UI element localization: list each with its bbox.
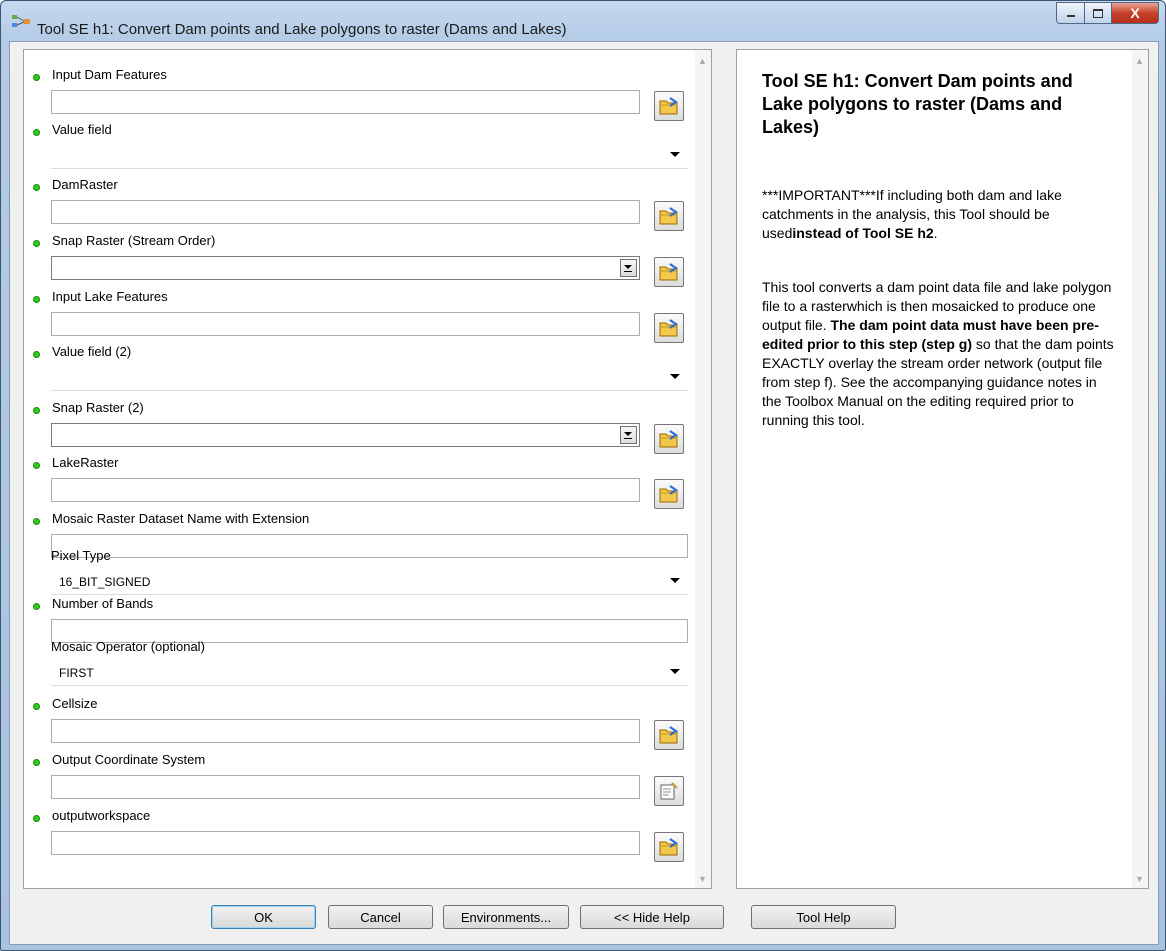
chevron-down-icon bbox=[670, 374, 680, 379]
chevron-down-icon bbox=[670, 578, 680, 583]
help-paragraph-important: ***IMPORTANT***If including both dam and… bbox=[762, 186, 1117, 243]
caption-buttons: X bbox=[1056, 2, 1159, 24]
param-dropdown[interactable]: 16_BIT_SIGNED bbox=[51, 571, 688, 595]
required-indicator-icon bbox=[33, 759, 40, 766]
param-label: Value field (2) bbox=[52, 344, 132, 359]
required-indicator-icon bbox=[33, 240, 40, 247]
param-input[interactable] bbox=[51, 534, 688, 558]
param-label: Number of Bands bbox=[52, 596, 154, 611]
param-combobox[interactable] bbox=[51, 256, 640, 280]
param-input[interactable] bbox=[51, 90, 640, 114]
dialog-client-area: Input Dam Features Value field DamRaster Sn… bbox=[9, 41, 1159, 945]
chevron-down-icon bbox=[624, 432, 632, 436]
required-indicator-icon bbox=[33, 184, 40, 191]
model-tool-icon bbox=[12, 15, 30, 27]
param-dropdown[interactable]: FIRST bbox=[51, 662, 688, 686]
param-input[interactable] bbox=[51, 775, 640, 799]
browse-button[interactable] bbox=[654, 91, 684, 121]
help-text: . bbox=[933, 225, 938, 241]
browse-button[interactable] bbox=[654, 201, 684, 231]
help-panel: Tool SE h1: Convert Dam points and Lake … bbox=[736, 49, 1149, 889]
minimize-icon bbox=[1066, 15, 1075, 17]
close-button[interactable]: X bbox=[1112, 2, 1159, 24]
param-label: LakeRaster bbox=[52, 455, 119, 470]
required-indicator-icon bbox=[33, 351, 40, 358]
param-label: Input Lake Features bbox=[52, 289, 168, 304]
maximize-icon bbox=[1093, 8, 1103, 18]
param-label: Mosaic Raster Dataset Name with Extensio… bbox=[52, 511, 310, 526]
window-title: Tool SE h1: Convert Dam points and Lake … bbox=[37, 21, 567, 38]
chevron-down-icon bbox=[670, 669, 680, 674]
param-label: Snap Raster (2) bbox=[52, 400, 144, 415]
browse-button[interactable] bbox=[654, 832, 684, 862]
parameters-scrollbar[interactable]: ▲ ▼ bbox=[695, 50, 711, 888]
required-indicator-icon bbox=[33, 703, 40, 710]
title-bar[interactable]: Tool SE h1: Convert Dam points and Lake … bbox=[1, 1, 1165, 41]
required-indicator-icon bbox=[33, 129, 40, 136]
param-label: Snap Raster (Stream Order) bbox=[52, 233, 216, 248]
param-combobox[interactable] bbox=[51, 423, 640, 447]
chevron-down-icon bbox=[624, 265, 632, 269]
browse-button[interactable] bbox=[654, 479, 684, 509]
required-indicator-icon bbox=[33, 74, 40, 81]
param-label: Output Coordinate System bbox=[52, 752, 206, 767]
scroll-up-icon[interactable]: ▲ bbox=[698, 56, 707, 66]
param-dropdown[interactable] bbox=[51, 367, 688, 391]
help-paragraph-description: This tool converts a dam point data file… bbox=[762, 278, 1117, 430]
hide-help-button[interactable]: << Hide Help bbox=[580, 905, 724, 929]
help-title: Tool SE h1: Convert Dam points and Lake … bbox=[762, 71, 1073, 137]
help-scrollbar[interactable]: ▲ ▼ bbox=[1132, 50, 1148, 888]
param-label: Mosaic Operator (optional) bbox=[51, 639, 205, 654]
parameters-panel: Input Dam Features Value field DamRaster Sn… bbox=[23, 49, 712, 889]
dropdown-button[interactable] bbox=[620, 426, 637, 444]
required-indicator-icon bbox=[33, 518, 40, 525]
underline-icon bbox=[624, 271, 632, 272]
tool-help-button[interactable]: Tool Help bbox=[751, 905, 896, 929]
scroll-down-icon[interactable]: ▼ bbox=[1135, 874, 1144, 884]
browse-button[interactable] bbox=[654, 313, 684, 343]
param-label: Value field bbox=[52, 122, 112, 137]
param-input[interactable] bbox=[51, 200, 640, 224]
minimize-button[interactable] bbox=[1056, 2, 1085, 24]
dropdown-button[interactable] bbox=[620, 259, 637, 277]
param-input[interactable] bbox=[51, 831, 640, 855]
param-label: Cellsize bbox=[52, 696, 98, 711]
close-icon: X bbox=[1130, 5, 1140, 21]
environments-button[interactable]: Environments... bbox=[443, 905, 569, 929]
required-indicator-icon bbox=[33, 296, 40, 303]
scroll-down-icon[interactable]: ▼ bbox=[698, 874, 707, 884]
required-indicator-icon bbox=[33, 462, 40, 469]
required-indicator-icon bbox=[33, 603, 40, 610]
param-input[interactable] bbox=[51, 719, 640, 743]
browse-button[interactable] bbox=[654, 424, 684, 454]
param-label: Pixel Type bbox=[51, 548, 111, 563]
browse-button[interactable] bbox=[654, 257, 684, 287]
button-bar: OK Cancel Environments... << Hide Help T… bbox=[10, 895, 1158, 935]
dropdown-value: FIRST bbox=[59, 666, 94, 680]
param-label: DamRaster bbox=[52, 177, 118, 192]
chevron-down-icon bbox=[670, 152, 680, 157]
param-input[interactable] bbox=[51, 478, 640, 502]
param-dropdown[interactable] bbox=[51, 145, 688, 169]
tool-dialog-window: Tool SE h1: Convert Dam points and Lake … bbox=[0, 0, 1166, 951]
param-label: Input Dam Features bbox=[52, 67, 167, 82]
required-indicator-icon bbox=[33, 815, 40, 822]
required-indicator-icon bbox=[33, 407, 40, 414]
param-input[interactable] bbox=[51, 312, 640, 336]
help-bold-text: instead of Tool SE h2 bbox=[792, 225, 934, 241]
scroll-up-icon[interactable]: ▲ bbox=[1135, 56, 1144, 66]
dropdown-value: 16_BIT_SIGNED bbox=[59, 575, 151, 589]
cancel-button[interactable]: Cancel bbox=[328, 905, 433, 929]
param-label: outputworkspace bbox=[52, 808, 151, 823]
ok-button[interactable]: OK bbox=[211, 905, 316, 929]
properties-button[interactable] bbox=[654, 776, 684, 806]
browse-button[interactable] bbox=[654, 720, 684, 750]
underline-icon bbox=[624, 438, 632, 439]
maximize-button[interactable] bbox=[1085, 2, 1112, 24]
